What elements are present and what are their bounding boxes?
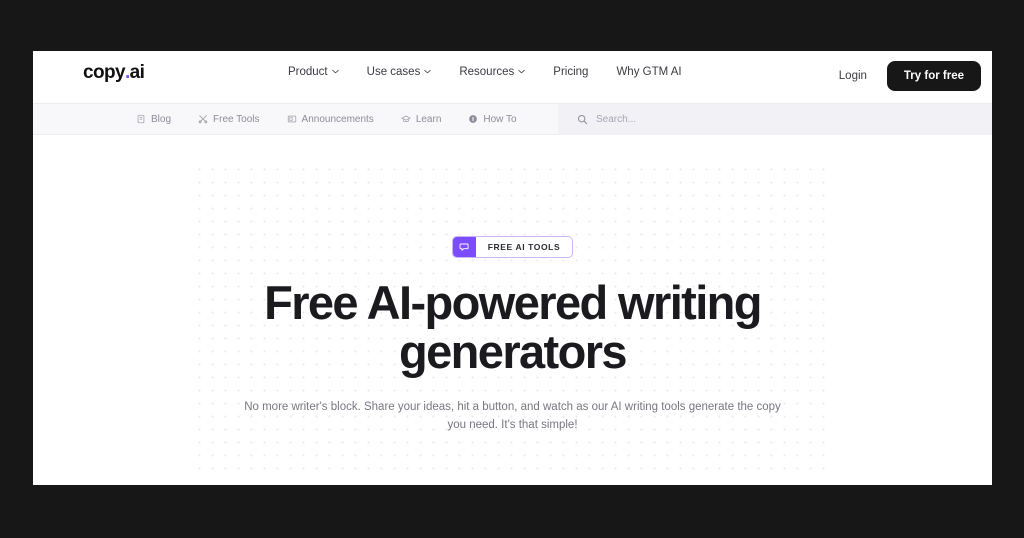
page-title: Free AI-powered writing generators xyxy=(264,276,762,378)
main-nav-links: Product Use cases Resources Pricing Why … xyxy=(288,66,682,78)
logo-text-primary: copy xyxy=(83,62,126,83)
nav-item-resources[interactable]: Resources xyxy=(459,66,525,78)
nav-item-label: Use cases xyxy=(366,66,421,78)
browser-page: copy. ai Product Use cases Resources Pri… xyxy=(33,51,992,485)
site-logo[interactable]: copy. ai xyxy=(83,62,145,84)
sub-nav-item-learn[interactable]: Learn xyxy=(401,113,442,125)
hero-subtitle: No more writer's block. Share your ideas… xyxy=(244,400,781,431)
login-link[interactable]: Login xyxy=(839,70,867,82)
sub-nav-item-label: Learn xyxy=(415,113,442,125)
graduation-cap-icon xyxy=(401,114,411,124)
hero-content: FREE AI TOOLS Free AI-powered writing ge… xyxy=(33,135,992,434)
search-icon xyxy=(577,114,588,125)
nav-item-label: Resources xyxy=(459,66,515,78)
sub-nav-item-blog[interactable]: Blog xyxy=(136,114,171,125)
chevron-down-icon xyxy=(424,68,432,75)
sub-nav-links: Blog Free Tools Announcements Learn How … xyxy=(136,114,517,125)
book-icon xyxy=(136,114,146,124)
nav-item-label: Product xyxy=(288,66,328,78)
announcement-icon xyxy=(287,114,297,124)
nav-item-use-cases[interactable]: Use cases xyxy=(367,66,432,78)
sub-nav-item-free-tools[interactable]: Free Tools xyxy=(198,114,260,125)
logo-text-secondary: ai xyxy=(129,62,145,83)
sub-nav-item-label: Free Tools xyxy=(213,113,260,125)
badge-label: FREE AI TOOLS xyxy=(487,242,561,252)
nav-item-label: Pricing xyxy=(553,66,589,78)
sub-nav-item-how-to[interactable]: How To xyxy=(468,113,517,125)
nav-item-why-gtm-ai[interactable]: Why GTM AI xyxy=(616,66,681,78)
top-navigation-bar: copy. ai Product Use cases Resources Pri… xyxy=(33,51,992,103)
nav-item-label: Why GTM AI xyxy=(616,66,682,78)
search-container[interactable] xyxy=(558,104,992,135)
try-for-free-button[interactable]: Try for free xyxy=(886,61,981,91)
hero-section: FREE AI TOOLS Free AI-powered writing ge… xyxy=(33,135,992,484)
chat-bubble-icon xyxy=(452,237,476,257)
sub-nav-item-announcements[interactable]: Announcements xyxy=(287,114,374,125)
sub-navigation-bar: Blog Free Tools Announcements Learn How … xyxy=(33,103,992,135)
search-input[interactable] xyxy=(596,114,896,125)
chevron-down-icon xyxy=(331,68,339,75)
nav-actions: Login Try for free xyxy=(839,61,981,91)
sub-nav-item-label: Blog xyxy=(151,113,172,125)
nav-item-product[interactable]: Product xyxy=(288,66,339,78)
tools-icon xyxy=(198,114,208,124)
sub-nav-item-label: How To xyxy=(483,113,517,125)
chevron-down-icon xyxy=(518,68,525,75)
nav-item-pricing[interactable]: Pricing xyxy=(553,66,588,78)
free-ai-tools-badge: FREE AI TOOLS xyxy=(451,236,574,258)
info-circle-icon xyxy=(468,114,478,124)
sub-nav-item-label: Announcements xyxy=(301,113,374,125)
